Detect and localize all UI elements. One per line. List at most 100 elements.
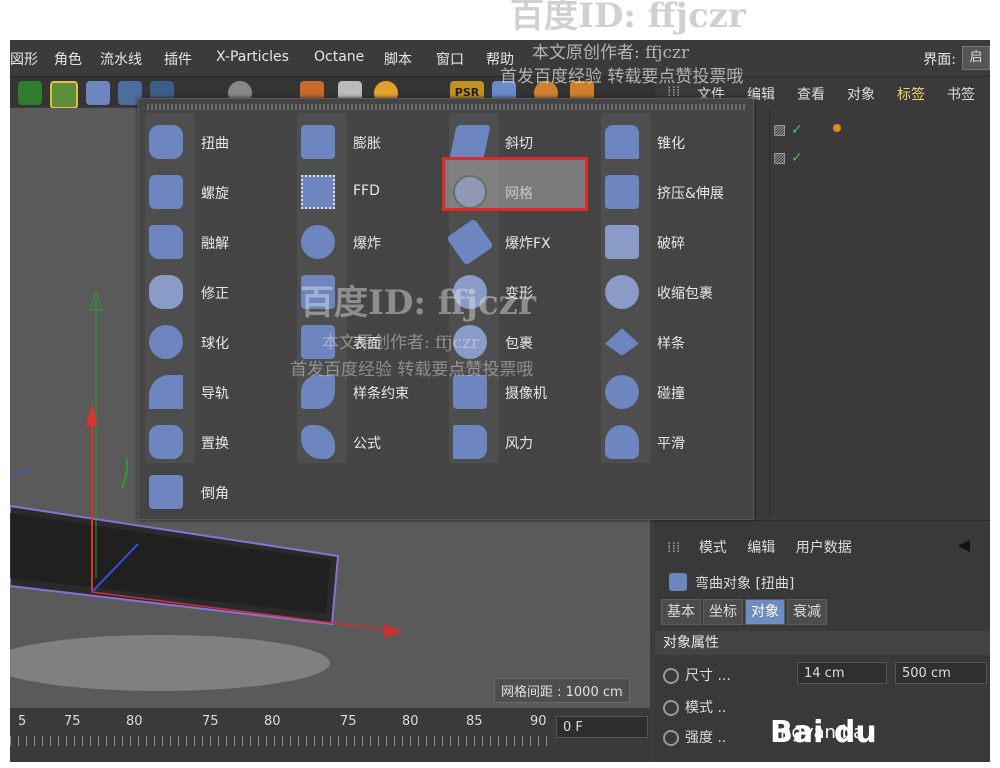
- timeline-tick: 5: [18, 714, 27, 729]
- size-y-field[interactable]: 500 cm: [895, 662, 987, 684]
- watermark-id-top: 百度ID: ffjczr: [510, 0, 746, 36]
- menu-item-shape[interactable]: 図形: [10, 49, 38, 69]
- object-row[interactable]: ▨ ✓: [773, 122, 841, 142]
- smooth-icon: [605, 425, 639, 459]
- deformer-spline[interactable]: 样条: [601, 319, 741, 365]
- deformer-bevel[interactable]: 倒角: [145, 469, 285, 515]
- tag-icon[interactable]: [833, 124, 841, 132]
- deformer-bend[interactable]: 扭曲: [145, 119, 285, 165]
- back-arrow-icon[interactable]: ◀: [958, 535, 970, 554]
- menu-item-plugins[interactable]: 插件: [164, 49, 192, 69]
- timeline-ruler: [10, 736, 550, 746]
- deformer-ffd[interactable]: FFD: [297, 169, 437, 215]
- om-menu-tags[interactable]: 标签: [897, 84, 925, 104]
- collision-icon: [605, 375, 639, 409]
- visibility-icon[interactable]: ▨: [773, 122, 786, 138]
- timeline-tick: 85: [466, 714, 483, 729]
- break-icon: [605, 225, 639, 259]
- watermark-author-top: 本文原创作者: ffjczr: [532, 43, 690, 63]
- size-x-field[interactable]: 14 cm: [797, 662, 887, 684]
- om-menu-bookmarks[interactable]: 书签: [947, 84, 975, 104]
- check-icon[interactable]: ✓: [791, 150, 803, 166]
- om-menu-object[interactable]: 对象: [847, 84, 875, 104]
- tab-basic[interactable]: 基本: [661, 599, 701, 625]
- displacer-icon: [149, 425, 183, 459]
- menu-item-character[interactable]: 角色: [54, 49, 82, 69]
- param-strength[interactable]: 强度 ..: [663, 727, 726, 747]
- timeline-tick: 75: [64, 714, 81, 729]
- deformer-rail[interactable]: 导轨: [145, 369, 285, 415]
- timeline[interactable]: 5 75 80 75 80 75 80 85 90 0 F: [10, 708, 650, 762]
- watermark-note-top: 首发百度经验 转载要点赞投票哦: [500, 67, 744, 87]
- timeline-tick: 75: [340, 714, 357, 729]
- ffd-icon: [301, 175, 335, 209]
- deformer-shrink-wrap[interactable]: 收缩包裹: [601, 269, 741, 315]
- rail-icon: [149, 375, 183, 409]
- object-properties-header: 对象属性: [655, 631, 990, 655]
- timeline-tick: 80: [264, 714, 281, 729]
- tab-falloff[interactable]: 衰减: [787, 599, 827, 625]
- om-menu-view[interactable]: 查看: [797, 84, 825, 104]
- menu-item-pipeline[interactable]: 流水线: [100, 49, 142, 69]
- animate-radio-icon[interactable]: [663, 730, 679, 746]
- attr-menu-edit[interactable]: 编辑: [747, 540, 775, 556]
- menu-item-script[interactable]: 脚本: [384, 49, 412, 69]
- grid-spacing-label: 网格间距 : 1000 cm: [494, 678, 630, 703]
- deformer-squash-stretch[interactable]: 挤压&伸展: [601, 169, 741, 215]
- deformer-collision[interactable]: 碰撞: [601, 369, 741, 415]
- deformer-formula[interactable]: 公式: [297, 419, 437, 465]
- bomb-icon: [301, 225, 335, 259]
- deformer-melt[interactable]: 融解: [145, 219, 285, 265]
- deformer-explosion[interactable]: 爆炸: [297, 219, 437, 265]
- deformer-wind[interactable]: 风力: [449, 419, 589, 465]
- watermark-author-center: 本文原创作者: ffjczr: [322, 333, 480, 353]
- bulge-icon: [301, 125, 335, 159]
- menu-grip[interactable]: [147, 104, 745, 110]
- frame-field[interactable]: 0 F: [556, 716, 648, 738]
- tab-coord[interactable]: 坐标: [703, 599, 743, 625]
- cube-tool-icon[interactable]: [18, 81, 42, 105]
- selected-deformer-highlight: [442, 157, 588, 211]
- attribute-tabs: 基本 坐标 对象 衰减: [661, 599, 829, 625]
- attr-menu-mode[interactable]: 模式: [699, 540, 727, 556]
- bend-object-icon: [669, 573, 687, 591]
- check-icon[interactable]: ✓: [791, 122, 803, 138]
- param-mode[interactable]: 模式 ..: [663, 697, 726, 717]
- object-row[interactable]: ▨ ✓: [773, 150, 813, 170]
- deformer-tool-icon[interactable]: [86, 81, 110, 105]
- deformer-smooth[interactable]: 平滑: [601, 419, 741, 465]
- menu-item-octane[interactable]: Octane: [314, 49, 364, 65]
- tab-object[interactable]: 对象: [745, 599, 785, 625]
- timeline-tick: 90: [530, 714, 547, 729]
- twist-icon: [149, 175, 183, 209]
- deformer-bulge[interactable]: 膨胀: [297, 119, 437, 165]
- attr-menu-userdata[interactable]: 用户数据: [796, 540, 852, 556]
- timeline-tick: 80: [402, 714, 419, 729]
- animate-radio-icon[interactable]: [663, 700, 679, 716]
- deformer-spherify[interactable]: 球化: [145, 319, 285, 365]
- mograph-tool-icon[interactable]: [50, 81, 78, 109]
- visibility-icon[interactable]: ▨: [773, 150, 786, 166]
- baidu-url: ngyan.ba: [780, 722, 865, 743]
- bevel-icon: [149, 475, 183, 509]
- interface-label: 界面:: [923, 52, 956, 68]
- timeline-tick: 80: [126, 714, 143, 729]
- formula-icon: [301, 425, 335, 459]
- sphere-icon: [149, 325, 183, 359]
- deformer-collision-break[interactable]: 破碎: [601, 219, 741, 265]
- deformer-correction[interactable]: 修正: [145, 269, 285, 315]
- animate-radio-icon[interactable]: [663, 668, 679, 684]
- watermark-note-center: 首发百度经验 转载要点赞投票哦: [290, 360, 534, 380]
- param-size[interactable]: 尺寸 ...: [663, 665, 731, 685]
- deformer-taper[interactable]: 锥化: [601, 119, 741, 165]
- deformer-explosion-fx[interactable]: 爆炸FX: [446, 218, 589, 266]
- shrink-wrap-icon: [605, 275, 639, 309]
- menu-item-window[interactable]: 窗口: [436, 49, 464, 69]
- attribute-menu: ⁞⁞⁞ 模式 编辑 用户数据: [667, 537, 852, 557]
- watermark-id-center: 百度ID: ffjczr: [300, 283, 536, 323]
- interface-select[interactable]: 启: [962, 46, 990, 70]
- correction-icon: [149, 275, 183, 309]
- deformer-twist[interactable]: 螺旋: [145, 169, 285, 215]
- menu-item-xparticles[interactable]: X-Particles: [216, 49, 289, 65]
- deformer-displacer[interactable]: 置换: [145, 419, 285, 465]
